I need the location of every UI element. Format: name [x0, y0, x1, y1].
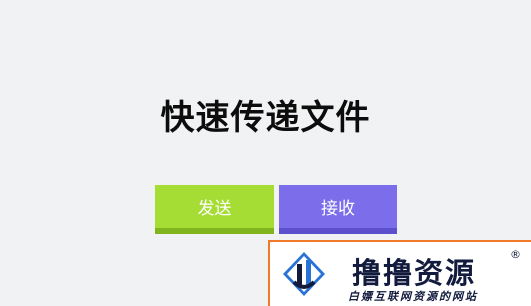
registered-mark: ®: [510, 248, 521, 261]
watermark-subtitle: 白嫖互联网资源的网站: [348, 290, 478, 303]
send-button[interactable]: 发送: [155, 185, 274, 234]
watermark-title: 撸撸资源: [352, 256, 477, 290]
pipe-logo-icon: [283, 252, 325, 296]
page-title: 快速传递文件: [160, 98, 371, 138]
watermark: 撸撸资源 ® 白嫖互联网资源的网站: [268, 240, 531, 306]
receive-button[interactable]: 接收: [279, 185, 397, 234]
